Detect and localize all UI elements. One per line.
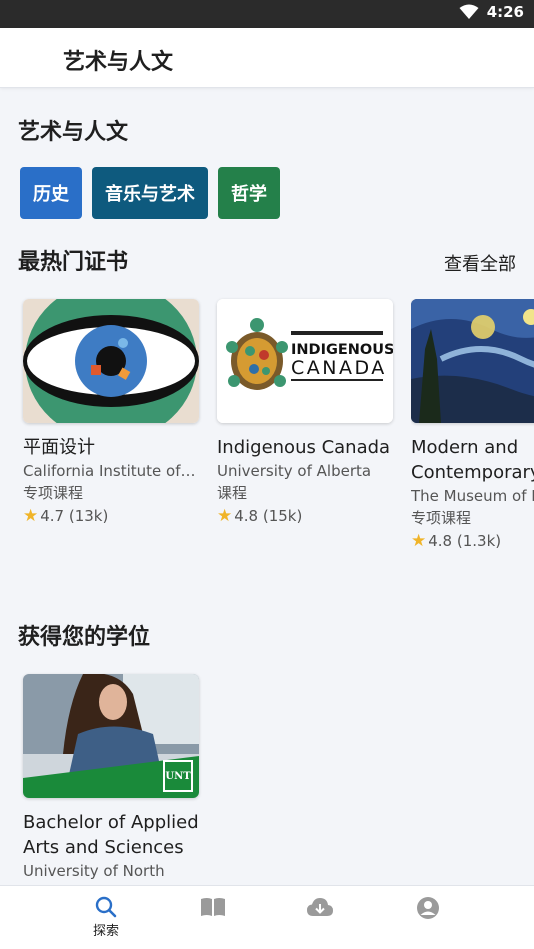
rating-value: 4.8 (1.3k): [428, 532, 502, 550]
status-time: 4:26: [486, 3, 524, 21]
star-icon: ★: [217, 506, 233, 526]
degree-partner: University of North: [23, 862, 165, 880]
course-partner: California Institute of the Arts: [23, 462, 199, 480]
course-rating: ★ 4.8 (1.3k): [411, 529, 534, 553]
status-bar: 4:26: [0, 0, 534, 28]
course-partner: The Museum of Modern Art: [411, 487, 534, 505]
chip-history[interactable]: 历史: [20, 167, 82, 219]
app-bar-title: 艺术与人文: [63, 50, 174, 75]
wifi-icon: [459, 4, 479, 19]
degree-thumbnail: UNT: [23, 674, 199, 798]
nav-profile[interactable]: [398, 896, 458, 920]
course-rating: ★ 4.8 (15k): [217, 504, 393, 528]
rating-value: 4.7 (13k): [40, 507, 109, 525]
course-thumbnail-graphic-design: [23, 299, 199, 423]
popular-section-title: 最热门证书: [18, 250, 129, 275]
unt-logo-text: UNT: [165, 771, 191, 782]
nav-learning[interactable]: [183, 896, 243, 918]
rating-value: 4.8 (15k): [234, 507, 303, 525]
course-name: Indigenous Canada: [217, 437, 391, 458]
course-card[interactable]: 平面设计 California Institute of the Arts 专项…: [23, 299, 199, 528]
course-name-line: Modern and: [411, 437, 519, 458]
chip-label: 哲学: [231, 184, 267, 205]
degree-name-line: Arts and Sciences: [23, 837, 184, 858]
degree-card[interactable]: UNT Bachelor of Applied Arts and Sciences…: [23, 674, 199, 882]
course-name-line: Contemporary: [411, 462, 534, 483]
profile-icon: [417, 897, 439, 919]
course-partner: University of Alberta: [217, 462, 372, 480]
course-type: 课程: [217, 484, 248, 502]
chip-music-art[interactable]: 音乐与艺术: [92, 167, 208, 219]
nav-explore[interactable]: 探索: [76, 896, 136, 939]
book-icon: [201, 898, 225, 916]
nav-downloads[interactable]: [290, 896, 350, 918]
degree-name: Bachelor of Applied Arts and Sciences: [23, 810, 199, 860]
course-card[interactable]: Modern and Contemporary The Museum of Mod…: [411, 299, 534, 553]
course-name: 平面设计: [23, 437, 95, 458]
bottom-navigation: 探索: [0, 885, 534, 949]
thumbnail-text: INDIGENOUS: [291, 342, 393, 358]
course-rating: ★ 4.7 (13k): [23, 504, 199, 528]
chip-philosophy[interactable]: 哲学: [218, 167, 280, 219]
degree-name-line: Bachelor of Applied: [23, 812, 199, 833]
see-all-link[interactable]: 查看全部: [444, 250, 516, 276]
course-thumbnail-starry-night: [411, 299, 534, 423]
cloud-download-icon: [307, 898, 333, 916]
course-type: 专项课程: [411, 509, 472, 527]
chip-label: 音乐与艺术: [105, 184, 195, 205]
star-icon: ★: [23, 506, 39, 526]
chip-label: 历史: [33, 184, 69, 205]
star-icon: ★: [411, 531, 427, 551]
search-icon: [95, 896, 117, 918]
course-thumbnail-indigenous-canada: INDIGENOUS CANADA: [217, 299, 393, 423]
course-name: Modern and Contemporary: [411, 435, 534, 485]
course-type: 专项课程: [23, 484, 84, 502]
nav-explore-label: 探索: [92, 924, 119, 939]
subject-chips: 历史 音乐与艺术 哲学: [20, 167, 280, 219]
thumbnail-text: CANADA: [291, 357, 387, 379]
degrees-section-title: 获得您的学位: [18, 625, 151, 650]
app-bar: 艺术与人文: [0, 28, 534, 88]
course-card[interactable]: INDIGENOUS CANADA Indigenous Canada Univ…: [217, 299, 393, 528]
page-heading: 艺术与人文: [18, 120, 129, 145]
